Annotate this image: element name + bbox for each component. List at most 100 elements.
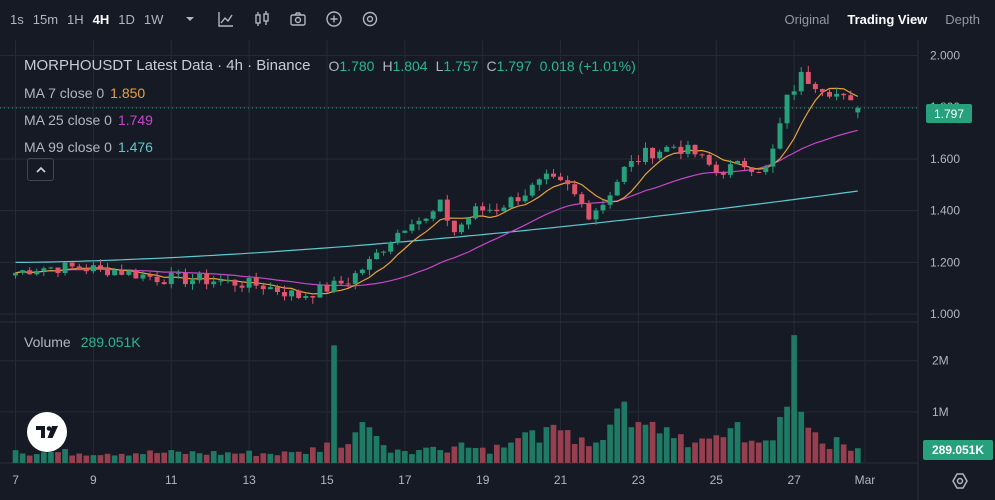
collapse-legend-button[interactable] (27, 158, 54, 181)
candle (246, 275, 252, 293)
candle (267, 282, 273, 290)
candle (20, 269, 26, 275)
price-tick-label: 1.400 (930, 204, 960, 218)
candle-body (161, 282, 167, 285)
camera-icon[interactable] (288, 9, 308, 29)
volume-bar (69, 455, 75, 463)
candle-body (756, 172, 762, 174)
candle-body (27, 270, 33, 275)
volume-bar (699, 438, 705, 463)
candle (232, 279, 238, 292)
volume-bar (295, 451, 302, 463)
settings-icon[interactable] (360, 9, 380, 29)
candle (182, 268, 188, 288)
chart-settings-icon[interactable] (950, 471, 970, 491)
candle (749, 167, 755, 177)
candle-body (310, 296, 316, 298)
volume-bar (458, 442, 465, 463)
candle-body (197, 273, 203, 281)
candle (430, 209, 436, 222)
candle (409, 219, 415, 234)
time-tick-label: 9 (90, 473, 97, 487)
candle (13, 271, 19, 279)
candle-body (812, 83, 818, 90)
candle (76, 263, 82, 270)
view-depth[interactable]: Depth (945, 12, 980, 27)
close-label: C (486, 57, 497, 74)
volume-bar (33, 454, 40, 463)
candle (812, 81, 818, 94)
candle-body (678, 146, 684, 154)
timeframe-15m[interactable]: 15m (33, 12, 67, 27)
volume-bar (706, 438, 713, 463)
candle (147, 272, 153, 281)
candle-body (395, 232, 401, 243)
candle (579, 192, 585, 208)
volume-bar (324, 442, 330, 463)
candle-body (522, 195, 528, 202)
volume-bar (784, 406, 790, 463)
volume-bar (309, 447, 316, 463)
candle-body (685, 144, 691, 154)
candle-body (133, 270, 139, 279)
candle-body (62, 262, 68, 274)
volume-bar (692, 442, 698, 463)
candle (635, 155, 641, 165)
volume-bar (628, 427, 635, 463)
tradingview-logo-icon[interactable] (27, 412, 67, 452)
volume-bar (366, 427, 373, 463)
plus-circle-icon[interactable] (324, 9, 344, 29)
ma99-value: 1.476 (117, 138, 153, 155)
timeframe-1h[interactable]: 1H (67, 12, 93, 27)
view-original[interactable]: Original (785, 12, 830, 27)
time-tick-label: 23 (632, 473, 646, 487)
volume-bar (175, 451, 182, 463)
candle-body (211, 281, 217, 285)
candle-body (600, 204, 606, 211)
candle-body (827, 91, 833, 97)
timeframe-1d[interactable]: 1D (118, 12, 144, 27)
chevron-down-icon[interactable] (180, 9, 200, 29)
candle-body (437, 199, 443, 212)
timeframe-1w[interactable]: 1W (144, 12, 173, 27)
candle-body (466, 218, 472, 225)
candle (473, 203, 479, 220)
candle-body (97, 265, 103, 268)
volume-label: Volume (24, 334, 71, 350)
candle (777, 117, 783, 150)
timeframe-1s[interactable]: 1s (10, 12, 33, 27)
chart-toolbar: 1s 15m 1H 4H 1D 1W Original Trading View… (0, 0, 995, 38)
view-trading-view[interactable]: Trading View (847, 12, 927, 27)
candle-body (565, 180, 571, 185)
candle (296, 289, 302, 300)
volume-bar (586, 446, 592, 463)
volume-bar (225, 452, 231, 463)
candle (190, 274, 195, 290)
candle-body (742, 160, 748, 168)
change-value: 0.018 (+1.01%) (539, 57, 636, 74)
candle-body (253, 277, 259, 286)
candle (331, 276, 337, 294)
volume-bar (189, 451, 196, 463)
indicators-icon[interactable] (216, 9, 236, 29)
volume-bar (550, 424, 557, 463)
candle (713, 161, 719, 176)
candle (550, 169, 556, 179)
volume-bar (140, 454, 146, 463)
candle (374, 248, 380, 260)
candle-body (593, 210, 599, 220)
candle (310, 295, 316, 304)
volume-bar (41, 452, 47, 463)
candle-body (614, 181, 620, 196)
timeframe-4h[interactable]: 4H (93, 12, 119, 27)
volume-bar (76, 453, 83, 463)
volume-bar (678, 434, 684, 463)
candle (27, 267, 33, 275)
candle (395, 229, 401, 245)
ma99-label: MA 99 close 0 (24, 138, 112, 155)
candle-type-icon[interactable] (252, 9, 272, 29)
candle-body (232, 279, 238, 286)
volume-bar (770, 440, 776, 463)
volume-bar (607, 424, 613, 463)
candle (105, 263, 111, 277)
